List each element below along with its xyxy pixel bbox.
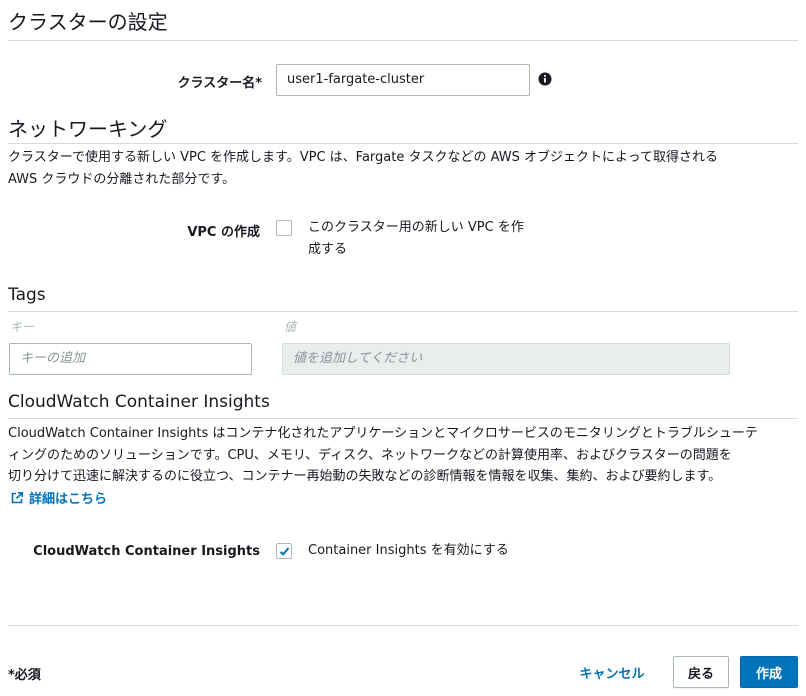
section-divider <box>8 418 798 419</box>
tag-value-input: 値を追加してください <box>282 343 730 375</box>
create-button[interactable]: 作成 <box>740 656 798 688</box>
back-button[interactable]: 戻る <box>673 656 729 688</box>
networking-description-line: クラスターで使用する新しい VPC を作成します。VPC は、Fargate タ… <box>8 150 719 165</box>
networking-description-line: AWS クラウドの分離された部分です。 <box>8 171 236 187</box>
insights-description-line: 切り分けて迅速に解決するのに役立つ、コンテナー再始動の失敗などの診断情報を情報を… <box>8 469 722 484</box>
tag-value-header: 値 <box>284 320 297 334</box>
networking-title: ネットワーキング <box>8 117 168 141</box>
footer-divider <box>8 625 798 626</box>
insights-toggle-label: CloudWatch Container Insights <box>33 544 260 559</box>
section-divider <box>8 143 798 144</box>
insights-title: CloudWatch Container Insights <box>8 392 270 412</box>
vpc-create-checkbox[interactable] <box>276 220 292 236</box>
vpc-create-label: VPC の作成 <box>187 225 260 240</box>
tag-key-header: キー <box>10 320 35 334</box>
tag-key-input[interactable]: キーの追加 <box>9 343 252 375</box>
cancel-button[interactable]: キャンセル <box>570 656 654 688</box>
section-divider <box>8 311 798 312</box>
required-note: *必須 <box>8 668 41 683</box>
learn-more-link[interactable]: 詳細はこちら <box>10 488 107 507</box>
vpc-label-line: このクラスター用の新しい VPC を作 <box>308 220 524 235</box>
cluster-name-label: クラスター名* <box>177 76 262 91</box>
insights-enable-checkbox[interactable] <box>276 543 292 559</box>
vpc-label-line: 成する <box>308 241 348 257</box>
insights-description-line: CloudWatch Container Insights はコンテナ化されたア… <box>8 426 758 441</box>
info-icon[interactable] <box>538 72 552 86</box>
networking-description: クラスターで使用する新しい VPC を作成します。VPC は、Fargate タ… <box>8 147 798 190</box>
learn-more-text[interactable]: 詳細はこちら <box>29 488 107 507</box>
checkmark-icon <box>279 547 290 556</box>
section-divider <box>8 40 798 41</box>
cluster-settings-title: クラスターの設定 <box>8 10 168 34</box>
insights-description-line: ィングのためのソリューションです。CPU、メモリ、ディスク、ネットワークなどの計… <box>8 447 732 463</box>
vpc-create-checkbox-label: このクラスター用の新しい VPC を作 成する <box>308 217 558 260</box>
tags-title: Tags <box>8 285 46 305</box>
insights-checkbox-label: Container Insights を有効にする <box>308 543 509 558</box>
cluster-name-input[interactable]: user1-fargate-cluster <box>276 64 530 96</box>
insights-description: CloudWatch Container Insights はコンテナ化されたア… <box>8 423 803 488</box>
external-link-icon <box>11 491 23 503</box>
